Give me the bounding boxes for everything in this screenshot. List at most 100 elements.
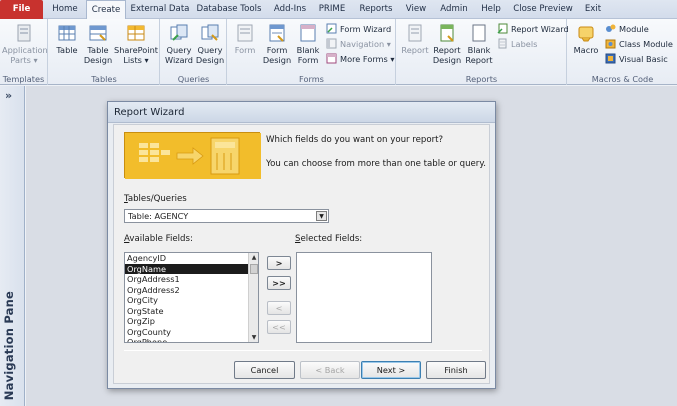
query-design-button[interactable]: Query Design: [195, 23, 225, 65]
available-field-item[interactable]: OrgAddress2: [125, 285, 258, 296]
form-design-button[interactable]: Form Design: [261, 23, 293, 65]
tab-prime[interactable]: PRIME: [315, 0, 349, 19]
next-button[interactable]: Next >: [361, 361, 421, 379]
group-queries: Query Wizard Query Design Queries: [161, 19, 227, 85]
table-design-icon: [89, 25, 107, 41]
navigation-pane[interactable]: » Navigation Pane: [0, 86, 25, 406]
blank-report-button[interactable]: Blank Report: [464, 23, 494, 65]
tab-home[interactable]: Home: [48, 0, 82, 19]
available-field-item[interactable]: OrgName: [125, 263, 258, 274]
table-button[interactable]: Table: [53, 23, 81, 55]
report-label: Report: [401, 45, 429, 55]
add-all-fields-button[interactable]: >>: [267, 276, 291, 290]
query-wizard-icon: [170, 24, 188, 41]
sharepoint-lists-label: SharePoint Lists ▾: [114, 45, 158, 65]
scroll-thumb[interactable]: [250, 264, 258, 274]
back-button[interactable]: < Back: [300, 361, 360, 379]
blank-report-icon: [472, 24, 486, 42]
macro-icon: [578, 26, 594, 42]
form-label: Form: [234, 45, 256, 55]
application-parts-icon: [17, 24, 31, 42]
form-icon: [237, 24, 253, 42]
report-design-button[interactable]: Report Design: [431, 23, 463, 65]
more-forms-button[interactable]: More Forms ▾: [326, 52, 395, 66]
available-fields-scrollbar[interactable]: ▲ ▼: [248, 253, 258, 342]
report-wizard-dialog: Report Wizard Which fields do you want o…: [107, 101, 496, 389]
navigation-pane-toggle-icon[interactable]: »: [5, 89, 12, 102]
wizard-graphic-icon: [125, 133, 261, 179]
report-design-icon: [440, 24, 454, 42]
form-wizard-button[interactable]: Form Wizard: [326, 22, 391, 36]
selected-fields-label: Selected Fields:: [295, 234, 362, 244]
blank-form-button[interactable]: Blank Form: [294, 23, 322, 65]
dialog-separator: [124, 350, 482, 351]
class-module-label: Class Module: [619, 39, 673, 49]
visual-basic-button[interactable]: Visual Basic: [605, 52, 668, 66]
module-button[interactable]: Module: [605, 22, 649, 36]
available-field-item[interactable]: OrgAddress1: [125, 274, 258, 285]
tab-add-ins[interactable]: Add-Ins: [270, 0, 310, 19]
application-parts-button[interactable]: Application Parts ▾: [2, 23, 48, 65]
query-wizard-button[interactable]: Query Wizard: [163, 23, 195, 65]
remove-field-button[interactable]: <: [267, 301, 291, 315]
ribbon: Application Parts ▾ Templates Table Tabl…: [0, 19, 677, 85]
tab-reports[interactable]: Reports: [355, 0, 397, 19]
scroll-up-icon[interactable]: ▲: [250, 253, 258, 262]
navigation-button[interactable]: Navigation ▾: [326, 37, 391, 51]
tab-admin[interactable]: Admin: [436, 0, 472, 19]
available-field-item[interactable]: AgencyID: [125, 253, 258, 264]
dialog-body: Which fields do you want on your report?…: [113, 124, 490, 384]
available-field-item[interactable]: OrgZip: [125, 316, 258, 327]
group-label-templates: Templates: [2, 74, 45, 84]
selected-fields-list[interactable]: [296, 252, 432, 343]
available-field-item[interactable]: OrgPhone: [125, 337, 258, 342]
application-parts-label: Application Parts ▾: [2, 45, 48, 65]
table-label: Table: [56, 45, 78, 55]
class-module-icon: [605, 39, 616, 49]
labels-button[interactable]: Labels: [497, 37, 537, 51]
tab-close-preview[interactable]: Close Preview: [510, 0, 576, 19]
visual-basic-icon: [605, 53, 616, 64]
report-button[interactable]: Report: [400, 23, 430, 55]
group-label-forms: Forms: [299, 74, 324, 84]
available-field-item[interactable]: OrgState: [125, 306, 258, 317]
report-wizard-button[interactable]: Report Wizard: [497, 22, 569, 36]
available-fields-list[interactable]: AgencyID OrgName OrgAddress1 OrgAddress2 Org…: [124, 252, 259, 343]
tab-file[interactable]: File: [0, 0, 43, 19]
available-field-item[interactable]: OrgCity: [125, 295, 258, 306]
ribbon-tab-bar: File Home Create External Data Database …: [0, 0, 677, 20]
available-field-item[interactable]: OrgCounty: [125, 327, 258, 338]
table-design-button[interactable]: Table Design: [82, 23, 114, 65]
tab-view[interactable]: View: [402, 0, 430, 19]
tab-external-data[interactable]: External Data: [130, 0, 190, 19]
form-design-icon: [269, 24, 285, 42]
add-field-button[interactable]: >: [267, 256, 291, 270]
blank-form-icon: [300, 24, 316, 42]
group-label-macros-code: Macros & Code: [591, 74, 654, 84]
report-design-label: Report Design: [432, 45, 462, 65]
tab-exit[interactable]: Exit: [580, 0, 606, 19]
form-button[interactable]: Form: [231, 23, 259, 55]
wizard-illustration: [124, 132, 261, 179]
remove-all-fields-button[interactable]: <<: [267, 320, 291, 334]
available-fields-label: Available Fields:: [124, 234, 193, 244]
tab-create[interactable]: Create: [86, 0, 126, 20]
table-icon: [58, 25, 76, 41]
group-label-queries: Queries: [177, 74, 210, 84]
scroll-down-icon[interactable]: ▼: [250, 333, 258, 342]
dropdown-arrow-icon[interactable]: ▼: [316, 211, 327, 221]
labels-icon: [498, 38, 507, 49]
tables-queries-label-text: ables/Queries: [127, 194, 187, 204]
class-module-button[interactable]: Class Module: [605, 37, 673, 51]
finish-button[interactable]: Finish: [426, 361, 486, 379]
tab-help[interactable]: Help: [477, 0, 505, 19]
macro-button[interactable]: Macro: [571, 23, 601, 55]
cancel-button[interactable]: Cancel: [234, 361, 295, 379]
tab-database-tools[interactable]: Database Tools: [195, 0, 263, 19]
tables-queries-dropdown[interactable]: Table: AGENCY ▼: [124, 209, 329, 223]
sharepoint-lists-button[interactable]: SharePoint Lists ▾: [113, 23, 159, 65]
report-wizard-label: Report Wizard: [511, 24, 569, 34]
dialog-title: Report Wizard: [108, 102, 495, 123]
labels-label: Labels: [511, 39, 538, 49]
navigation-label: Navigation ▾: [340, 39, 391, 49]
